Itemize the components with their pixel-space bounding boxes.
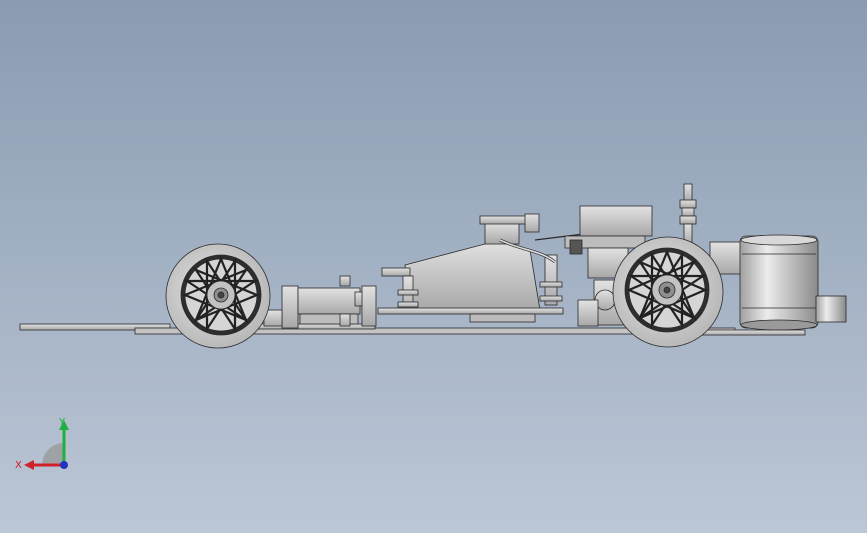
- rear-wheel[interactable]: [612, 236, 724, 348]
- triad-plane-icon: [42, 443, 64, 465]
- graphics-viewport[interactable]: Y X: [0, 0, 867, 533]
- z-axis-dot-icon: [60, 461, 68, 469]
- x-axis-label: X: [15, 460, 22, 471]
- steering-servo[interactable]: [263, 275, 377, 329]
- fuel-tank[interactable]: [377, 213, 564, 323]
- exhaust-muffler[interactable]: [709, 234, 847, 331]
- chassis-model[interactable]: [0, 0, 867, 533]
- axis-triad: Y X: [15, 417, 69, 471]
- front-wheel[interactable]: [165, 243, 271, 349]
- y-axis-label: Y: [58, 417, 66, 428]
- carburetor-stack[interactable]: [679, 183, 697, 245]
